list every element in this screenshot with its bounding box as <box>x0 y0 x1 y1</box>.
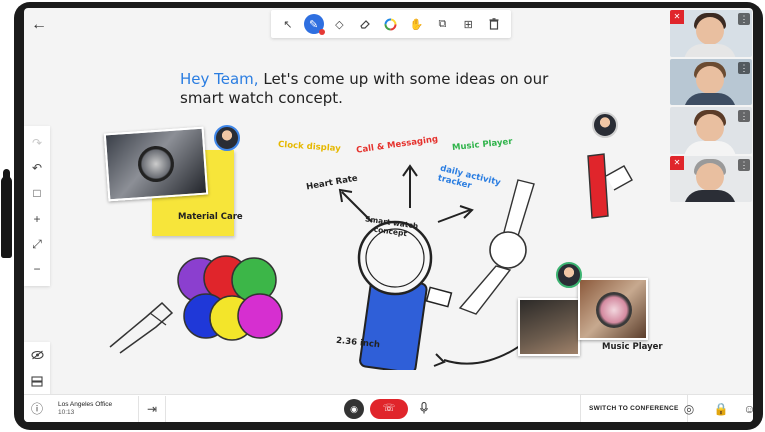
hand-icon[interactable]: ✋ <box>407 14 427 34</box>
participant-face <box>696 162 724 191</box>
layout-icon[interactable] <box>27 373 47 393</box>
cursor-icon[interactable]: ↖ <box>278 14 298 34</box>
participant-face <box>696 114 724 142</box>
color-wheel-icon[interactable] <box>381 14 401 34</box>
office-name: Los Angeles Office <box>58 401 113 408</box>
participant-face <box>696 65 724 94</box>
user-avatar-badge-2 <box>592 112 618 138</box>
music-player-bottom-note: Music Player <box>602 342 663 352</box>
switch-to-conference-button[interactable]: SWITCH TO CONFERENCE <box>580 395 688 422</box>
mic-muted-icon: ✕ <box>670 155 684 170</box>
microphone-icon[interactable] <box>414 401 434 417</box>
participant-face <box>696 17 724 45</box>
watch-photo-1[interactable] <box>103 126 209 202</box>
trash-icon[interactable] <box>484 14 504 34</box>
watch-image-2 <box>596 292 632 328</box>
exit-share-icon[interactable]: ⇥ <box>139 402 165 416</box>
divider <box>165 395 166 422</box>
participant-body <box>684 44 736 57</box>
whiteboard-screen: ← ↖ ✎ ◇ ✋ ⧉ ⊞ ↷ ↶ □ + ⤢ − Hey Team, Let'… <box>24 8 753 422</box>
participant-body <box>684 141 736 154</box>
redo-icon[interactable]: ↷ <box>27 133 47 153</box>
headline-note: Hey Team, Let's come up with some ideas … <box>180 70 580 108</box>
eraser-icon[interactable] <box>355 14 375 34</box>
zoom-out-icon[interactable]: − <box>27 259 47 279</box>
add-page-icon[interactable]: ⊞ <box>458 14 478 34</box>
info-icon[interactable]: ⓘ <box>24 400 50 417</box>
fit-screen-icon[interactable]: ⤢ <box>27 234 47 254</box>
pen-icon[interactable]: ✎ <box>303 14 325 35</box>
bottom-bar: ⓘ Los Angeles Office 10:13 ⇥ ◉ ☏ SWITCH … <box>24 394 753 422</box>
more-options-icon[interactable]: ⋮ <box>738 13 750 25</box>
hide-icon[interactable] <box>27 346 47 366</box>
participant-tile[interactable]: ✕ ⋮ <box>670 155 752 202</box>
participant-body <box>684 92 736 105</box>
participant-tile[interactable]: ⋮ <box>670 107 752 154</box>
copy-icon[interactable]: ⧉ <box>432 14 452 34</box>
bottom-right-controls: ◎ 🔒 ☺+ <box>676 395 753 422</box>
more-options-icon[interactable]: ⋮ <box>738 61 750 74</box>
end-call-button[interactable]: ☏ <box>370 399 408 419</box>
user-avatar-badge-3 <box>556 262 582 288</box>
headline-greeting: Hey Team, <box>180 70 259 88</box>
watch-photo-2[interactable] <box>578 278 648 340</box>
crop-icon[interactable]: □ <box>27 183 47 203</box>
call-controls: ◉ ☏ <box>344 399 434 419</box>
more-options-icon[interactable]: ⋮ <box>738 110 750 122</box>
user-avatar-badge <box>214 125 240 151</box>
left-toolbar: ↷ ↶ □ + ⤢ − <box>24 126 50 286</box>
strap-sketch <box>109 301 174 354</box>
left-view-controls <box>24 342 50 396</box>
camera-icon[interactable]: ◉ <box>344 399 364 419</box>
participant-panel: ✕ ⋮ ⋮ ⋮ ✕ ⋮ <box>670 10 752 202</box>
office-info: Los Angeles Office 10:13 <box>58 401 138 416</box>
device-frame: ← ↖ ✎ ◇ ✋ ⧉ ⊞ ↷ ↶ □ + ⤢ − Hey Team, Let'… <box>0 0 765 432</box>
participant-tile[interactable]: ✕ ⋮ <box>670 10 752 57</box>
red-strap-sketch <box>587 153 633 219</box>
stylus-pen <box>1 169 12 258</box>
shape-icon[interactable]: ◇ <box>329 14 349 34</box>
lock-icon[interactable]: 🔒 <box>708 402 734 416</box>
participant-body <box>684 189 736 202</box>
zoom-in-icon[interactable]: + <box>27 209 47 229</box>
watch-image <box>136 144 176 184</box>
undo-icon[interactable]: ↶ <box>27 158 47 178</box>
sticky-note-label: Material Care <box>178 212 243 222</box>
add-participant-icon[interactable]: ☺+ <box>740 402 753 416</box>
record-icon[interactable]: ◎ <box>676 402 702 416</box>
watch-photo-strap[interactable] <box>518 298 580 356</box>
participant-tile[interactable]: ⋮ <box>670 58 752 105</box>
drawing-toolbar: ↖ ✎ ◇ ✋ ⧉ ⊞ <box>271 10 511 38</box>
more-options-icon[interactable]: ⋮ <box>738 158 750 171</box>
back-arrow-icon[interactable]: ← <box>28 14 50 36</box>
office-time: 10:13 <box>58 409 75 416</box>
mic-muted-icon: ✕ <box>670 10 684 24</box>
whiteboard-canvas[interactable]: Hey Team, Let's come up with some ideas … <box>50 40 668 392</box>
